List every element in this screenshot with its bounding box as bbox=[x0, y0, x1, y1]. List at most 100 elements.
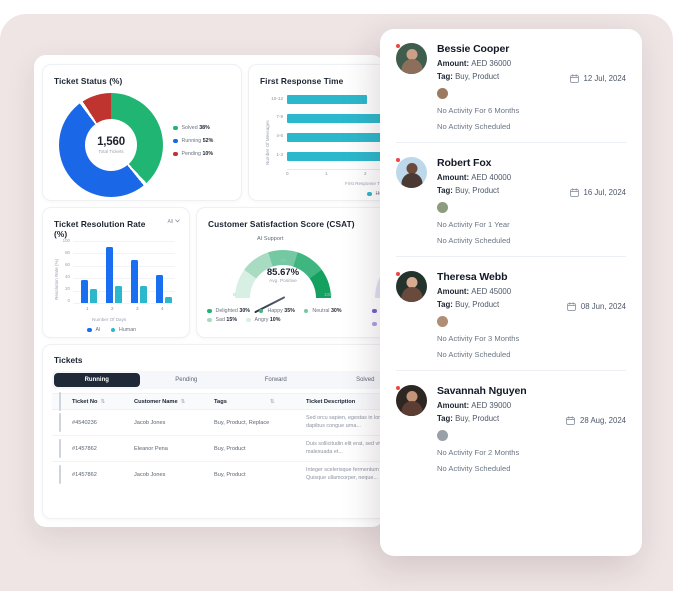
avatar-wrapper bbox=[395, 43, 427, 74]
amount-value: AED 40000 bbox=[471, 173, 512, 182]
contact-scheduled[interactable]: No Activity Scheduled bbox=[437, 122, 626, 131]
avatar bbox=[396, 385, 427, 416]
y-tick-label: 0 bbox=[67, 298, 70, 303]
x-tick-label: 1 bbox=[325, 171, 328, 176]
column-header-tags[interactable]: Tags ⇅ bbox=[214, 399, 306, 405]
bar-10-12 bbox=[287, 95, 367, 104]
contact-body: Robert Fox Amount: AED 40000 Tag: Buy, P… bbox=[437, 157, 626, 245]
column-header-ticket-no[interactable]: Ticket No ⇅ bbox=[72, 399, 134, 405]
table-row[interactable]: #1457862 Eleanor Pena Buy, Product Duis … bbox=[52, 436, 384, 462]
cell-tags: Buy, Product bbox=[214, 472, 246, 478]
chevron-down-icon bbox=[175, 219, 180, 225]
legend-label: Delighted 30% bbox=[215, 308, 250, 314]
legend-swatch-icon bbox=[110, 327, 116, 333]
y-tick-label: 60 bbox=[65, 262, 70, 267]
contacts-panel: Bessie Cooper Amount: AED 36000 Tag: Buy… bbox=[380, 29, 642, 556]
contact-date-text: 12 Jul, 2024 bbox=[583, 74, 626, 83]
sort-icon[interactable]: ⇅ bbox=[270, 399, 275, 405]
legend-item: Delighted 30% bbox=[207, 308, 250, 314]
legend-label: Happy 35% bbox=[267, 308, 295, 314]
cell-ticket-no: #1457862 bbox=[72, 472, 97, 478]
donut-total-caption: Total Tickets bbox=[98, 149, 124, 154]
contact-scheduled[interactable]: No Activity Scheduled bbox=[437, 236, 626, 245]
notification-badge-icon bbox=[395, 43, 401, 49]
bar-ai-day1 bbox=[81, 280, 88, 303]
row-checkbox[interactable] bbox=[59, 465, 61, 484]
sort-icon[interactable]: ⇅ bbox=[181, 399, 186, 405]
row-select-cell[interactable] bbox=[52, 412, 72, 432]
legend-item: Human bbox=[110, 327, 137, 333]
tab-pending[interactable]: Pending bbox=[144, 373, 230, 387]
contact-scheduled[interactable]: No Activity Scheduled bbox=[437, 464, 626, 473]
gridline bbox=[73, 266, 175, 267]
row-checkbox[interactable] bbox=[59, 412, 61, 432]
contact-name: Theresa Webb bbox=[437, 271, 508, 283]
legend-swatch-icon bbox=[258, 308, 264, 314]
contact-card[interactable]: Robert Fox Amount: AED 40000 Tag: Buy, P… bbox=[380, 143, 642, 245]
tickets-table-header: Ticket No ⇅ Customer Name ⇅ Tags ⇅ Ticke… bbox=[52, 391, 384, 411]
sort-icon[interactable]: ⇅ bbox=[101, 399, 106, 405]
tag-label: Tag: bbox=[437, 414, 453, 423]
card-tickets-table: Tickets Running Pending Forward Solved T… bbox=[42, 344, 384, 519]
x-tick-label: 1 bbox=[86, 306, 89, 311]
legend-label: Human bbox=[119, 327, 137, 333]
cell-customer: Jacob Jones bbox=[134, 419, 166, 426]
select-all-cell[interactable] bbox=[52, 391, 72, 411]
ticket-status-legend: Solved 38% Running 52% Pending 10% bbox=[173, 125, 213, 164]
amount-label: Amount: bbox=[437, 59, 470, 68]
legend-item: Pending 10% bbox=[173, 151, 213, 157]
amount-value: AED 45000 bbox=[471, 287, 512, 296]
tag-label: Tag: bbox=[437, 72, 453, 81]
bar-4-6 bbox=[287, 133, 383, 142]
csat-legend: Delighted 30% Happy 35% Neutral 30% Sad … bbox=[207, 308, 357, 323]
row-select-cell[interactable] bbox=[52, 438, 72, 458]
owner-avatar bbox=[437, 316, 448, 327]
contact-card[interactable]: Bessie Cooper Amount: AED 36000 Tag: Buy… bbox=[380, 29, 642, 131]
cell-customer: Jacob Jones bbox=[134, 472, 166, 478]
contact-amount-line: Amount: AED 40000 bbox=[437, 173, 626, 182]
tab-forward[interactable]: Forward bbox=[233, 373, 319, 387]
donut-center: 1,560 Total Tickets bbox=[85, 119, 137, 171]
legend-label: Pending 10% bbox=[181, 151, 214, 157]
legend-swatch-icon bbox=[303, 308, 309, 314]
dashboard-window: Ticket Status (%) 1,560 Total Tickets So… bbox=[34, 55, 384, 527]
column-header-customer-name[interactable]: Customer Name ⇅ bbox=[134, 399, 214, 405]
tag-value: Buy, Product bbox=[455, 72, 500, 81]
calendar-icon bbox=[567, 302, 576, 311]
notification-badge-icon bbox=[395, 157, 401, 163]
resolution-x-axis-title: Number Of Days bbox=[92, 317, 127, 322]
gridline bbox=[73, 303, 175, 304]
tickets-tab-bar: Running Pending Forward Solved bbox=[52, 371, 384, 389]
column-header-ticket-description[interactable]: Ticket Description bbox=[306, 399, 384, 405]
x-tick-label: 4 bbox=[161, 306, 164, 311]
bar-7-9 bbox=[287, 114, 384, 123]
screenshot-root: Ticket Status (%) 1,560 Total Tickets So… bbox=[0, 0, 673, 591]
tab-running[interactable]: Running bbox=[54, 373, 140, 387]
table-row[interactable]: #4540236 Jacob Jones Buy, Product, Repla… bbox=[52, 410, 384, 436]
tag-value: Buy, Product bbox=[455, 186, 500, 195]
select-all-checkbox[interactable] bbox=[59, 391, 61, 411]
calendar-icon bbox=[569, 74, 579, 83]
legend-label: Angry 10% bbox=[254, 317, 281, 323]
bar-1-3 bbox=[287, 152, 384, 161]
contact-card[interactable]: Theresa Webb Amount: AED 45000 Tag: Buy,… bbox=[380, 257, 642, 359]
calendar-icon bbox=[569, 188, 579, 197]
first-response-y-axis-title: Number Of Messages bbox=[265, 120, 270, 165]
table-row[interactable]: #1457862 Jacob Jones Buy, Product Intege… bbox=[52, 462, 384, 488]
y-tick-label: 80 bbox=[65, 250, 70, 255]
bar-human-day1 bbox=[90, 289, 97, 303]
contact-activity: No Activity For 6 Months bbox=[437, 106, 520, 115]
cell-customer: Eleanor Pena bbox=[134, 445, 168, 452]
resolution-rate-filter-dropdown[interactable]: All bbox=[167, 219, 180, 225]
y-tick-label: 100 bbox=[62, 238, 70, 243]
notification-badge-icon bbox=[395, 271, 401, 277]
row-select-cell[interactable] bbox=[52, 465, 72, 484]
contact-body: Bessie Cooper Amount: AED 36000 Tag: Buy… bbox=[437, 43, 626, 131]
bar-ai-day3 bbox=[131, 260, 138, 303]
contact-card[interactable]: Savannah Nguyen Amount: AED 39000 Tag: B… bbox=[380, 371, 642, 473]
contact-scheduled[interactable]: No Activity Scheduled bbox=[437, 350, 626, 359]
row-checkbox[interactable] bbox=[59, 438, 61, 458]
tab-solved[interactable]: Solved bbox=[323, 373, 385, 387]
first-response-bars bbox=[287, 95, 384, 167]
avatar bbox=[396, 271, 427, 302]
